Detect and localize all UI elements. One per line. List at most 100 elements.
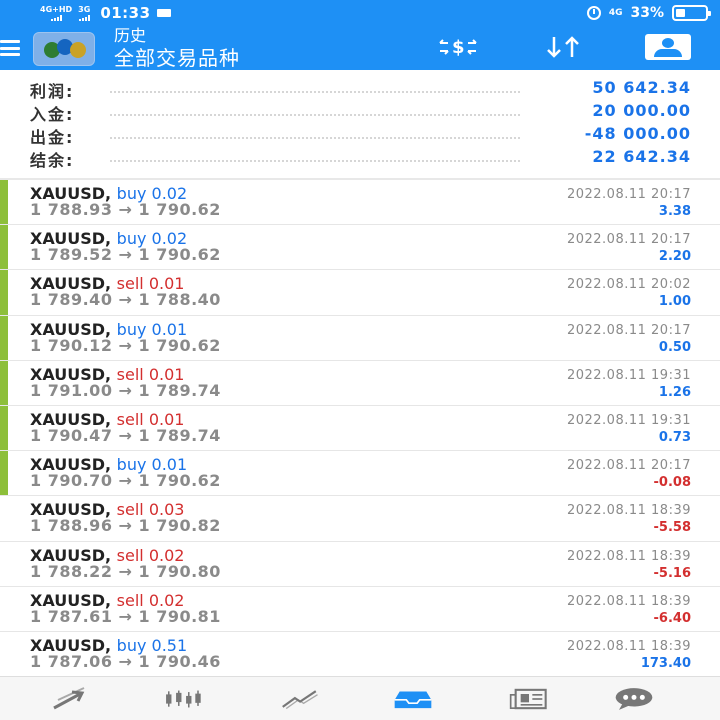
trade-row[interactable]: XAUUSD, buy 0.01 1 790.70 → 1 790.62 2022.… <box>0 451 720 497</box>
trade-prices: 1 788.93 → 1 790.62 <box>30 200 221 219</box>
bottom-nav <box>0 676 720 720</box>
alarm-icon <box>586 6 601 20</box>
symbol-filter-title[interactable]: 全部交易品种 <box>114 46 240 70</box>
trade-profit: 1.00 <box>658 294 691 310</box>
trade-row[interactable]: XAUUSD, sell 0.02 1 788.22 → 1 790.80 2022… <box>0 542 720 587</box>
trade-date: 2022.08.11 20:17 <box>566 232 691 248</box>
trade-row[interactable]: XAUUSD, sell 0.01 1 789.40 → 1 788.40 2022… <box>0 270 720 316</box>
nav-quotes[interactable] <box>50 685 90 713</box>
trade-prices: 1 787.06 → 1 790.46 <box>30 651 221 671</box>
status-bar: 4G+HD 3G 01:33 4G 33% <box>0 0 720 26</box>
news-icon <box>509 688 547 710</box>
trade-trend-icon <box>282 690 318 710</box>
trade-profit: -6.40 <box>653 610 691 626</box>
summary-label: 出金: <box>30 128 75 147</box>
trade-row[interactable]: XAUUSD, buy 0.01 1 790.12 → 1 790.62 2022.… <box>0 315 720 361</box>
dotted-leader <box>110 160 520 162</box>
nav-history[interactable] <box>393 685 433 713</box>
trade-profit: 2.20 <box>658 249 691 265</box>
trade-prices: 1 790.47 → 1 789.74 <box>30 425 221 445</box>
dotted-leader <box>110 91 520 93</box>
trade-row[interactable]: XAUUSD, sell 0.03 1 788.96 → 1 790.82 2022… <box>0 496 720 542</box>
summary-panel: 利润: 50 642.34 入金: 20 000.00 出金: -48 000.… <box>0 70 720 178</box>
summary-value: 22 642.34 <box>592 147 691 166</box>
summary-value: 20 000.00 <box>592 101 691 120</box>
nav-news[interactable] <box>509 685 549 713</box>
trade-prices: 1 788.96 → 1 790.82 <box>30 516 221 536</box>
position-marker <box>0 270 8 315</box>
battery-percent: 33% <box>630 5 664 21</box>
trade-prices: 1 791.00 → 1 789.74 <box>30 380 221 400</box>
trade-date: 2022.08.11 19:31 <box>566 367 691 383</box>
summary-label: 结余: <box>30 151 75 170</box>
chat-bubble-icon <box>615 688 653 710</box>
history-inbox-icon <box>394 691 432 709</box>
trade-profit: 173.40 <box>640 655 691 671</box>
signal-icon-2: 3G <box>78 4 91 21</box>
header: 4G+HD 3G 01:33 4G 33% 历史 全部交易品种 $ <box>0 0 720 70</box>
network-type-label-2: 3G <box>78 4 91 14</box>
trade-prices: 1 790.12 → 1 790.62 <box>30 335 221 355</box>
trade-profit: 0.73 <box>658 429 691 445</box>
nav-chart[interactable] <box>163 685 203 713</box>
trade-prices: 1 788.22 → 1 790.80 <box>30 561 221 581</box>
app-logo <box>33 32 95 66</box>
position-marker <box>0 315 8 360</box>
trade-prices: 1 789.40 → 1 788.40 <box>30 290 221 310</box>
position-marker <box>0 405 8 451</box>
summary-row-profit: 利润: 50 642.34 <box>0 78 720 101</box>
svg-text:$: $ <box>452 37 465 58</box>
trade-date: 2022.08.11 18:39 <box>566 593 691 609</box>
clock: 01:33 <box>100 4 151 22</box>
position-marker <box>0 451 8 496</box>
trade-profit: -0.08 <box>653 475 691 491</box>
network-4g-label: 4G <box>608 8 623 18</box>
quotes-arrows-icon <box>53 687 85 710</box>
trade-date: 2022.08.11 20:17 <box>566 187 691 202</box>
battery-icon <box>672 5 711 21</box>
position-marker <box>0 360 8 405</box>
trade-profit: 1.26 <box>658 384 691 400</box>
trade-date: 2022.08.11 18:39 <box>566 548 691 564</box>
summary-value: -48 000.00 <box>584 124 691 143</box>
signal-icon: 4G+HD <box>40 4 73 21</box>
trade-profit: -5.58 <box>653 520 691 536</box>
dotted-leader <box>110 137 520 139</box>
trade-date: 2022.08.11 18:39 <box>566 503 691 519</box>
trade-profit: 0.50 <box>658 339 691 355</box>
trade-profit: -5.16 <box>653 565 691 581</box>
nav-trade[interactable] <box>281 685 321 713</box>
sort-icon[interactable] <box>538 32 590 62</box>
trade-date: 2022.08.11 20:17 <box>566 458 691 474</box>
position-marker <box>0 225 8 270</box>
trade-list[interactable]: XAUUSD, buy 0.02 1 788.93 → 1 790.62 2022.… <box>0 180 720 675</box>
trade-row[interactable]: XAUUSD, buy 0.02 1 789.52 → 1 790.62 2022.… <box>0 225 720 271</box>
position-marker <box>0 180 8 225</box>
network-type-label: 4G+HD <box>40 4 73 14</box>
currency-exchange-icon[interactable]: $ <box>434 32 490 62</box>
menu-icon[interactable] <box>0 40 20 56</box>
app-bar: 历史 全部交易品种 $ <box>0 26 720 70</box>
trade-row[interactable]: XAUUSD, sell 0.01 1 790.47 → 1 789.74 2022… <box>0 405 720 452</box>
page-title: 历史 <box>114 26 147 45</box>
summary-row-balance: 结余: 22 642.34 <box>0 147 720 170</box>
account-card-icon[interactable] <box>645 32 691 62</box>
candlestick-icon <box>166 690 201 708</box>
trade-date: 2022.08.11 19:31 <box>566 412 691 428</box>
trade-date: 2022.08.11 20:17 <box>566 322 691 338</box>
message-icon <box>156 9 171 17</box>
nav-messages[interactable] <box>614 685 654 713</box>
summary-row-withdrawal: 出金: -48 000.00 <box>0 124 720 147</box>
trade-row[interactable]: XAUUSD, buy 0.02 1 788.93 → 1 790.62 2022.… <box>0 180 720 226</box>
status-left: 4G+HD 3G 01:33 <box>40 4 171 22</box>
summary-label: 利润: <box>30 82 75 101</box>
trade-date: 2022.08.11 20:02 <box>566 277 691 293</box>
summary-label: 入金: <box>30 105 75 124</box>
trade-row[interactable]: XAUUSD, sell 0.02 1 787.61 → 1 790.81 2022… <box>0 587 720 632</box>
status-right: 4G 33% <box>586 5 711 21</box>
trade-row[interactable]: XAUUSD, buy 0.51 1 787.06 → 1 790.46 2022.… <box>0 632 720 675</box>
summary-value: 50 642.34 <box>592 78 691 97</box>
trade-date: 2022.08.11 18:39 <box>566 638 691 654</box>
summary-row-deposit: 入金: 20 000.00 <box>0 101 720 124</box>
trade-row[interactable]: XAUUSD, sell 0.01 1 791.00 → 1 789.74 2022… <box>0 360 720 406</box>
